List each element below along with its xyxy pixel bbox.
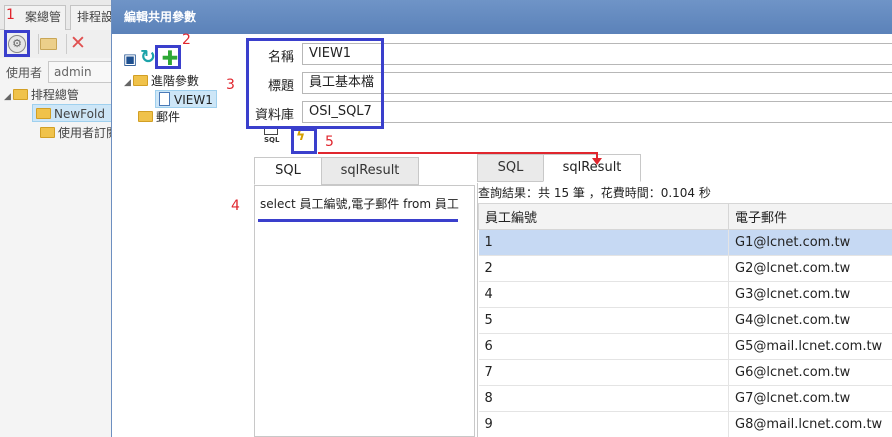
result-summary: 查詢結果：共 15 筆 ，花費時間：0.104 秒 [478, 186, 711, 200]
tree-item-label: 使用者訂閱 [58, 126, 119, 140]
toolbar-divider [38, 34, 39, 54]
table-row[interactable]: 4 G3@lcnet.com.tw [478, 281, 892, 308]
background-tab-bar: 案總管 排程設 [0, 0, 114, 30]
tree-item-subscription[interactable]: 使用者訂閱 [40, 124, 118, 142]
column-header[interactable]: 員工編號 [478, 203, 729, 230]
tree-node-view1[interactable]: VIEW1 [155, 90, 217, 108]
table-cell: 1 [478, 229, 729, 256]
table-cell: G1@lcnet.com.tw [728, 229, 892, 256]
delete-icon[interactable]: ✕ [70, 32, 86, 54]
annotation-box-1 [4, 30, 30, 57]
table-row[interactable]: 2 G2@lcnet.com.tw [478, 255, 892, 282]
annotation-box-3 [246, 38, 384, 129]
table-cell: 2 [478, 255, 729, 282]
table-cell: G2@lcnet.com.tw [728, 255, 892, 282]
annotation-box-2 [155, 45, 181, 69]
table-row[interactable]: 9 G8@mail.lcnet.com.tw [478, 411, 892, 437]
name-input[interactable]: VIEW1 [302, 43, 892, 65]
table-cell: G3@lcnet.com.tw [728, 281, 892, 308]
annotation-number-2: 2 [182, 32, 191, 48]
result-panel: 查詢結果：共 15 筆 ，花費時間：0.104 秒 員工編號 電子郵件 1 G1@… [477, 183, 892, 437]
tree-node-label: VIEW1 [174, 93, 213, 107]
collapse-arrow-icon[interactable]: ◢ [4, 92, 11, 102]
sql-text: select 員工編號,電子郵件 from 員工 [260, 197, 459, 211]
background-user-row: 使用者 admin [0, 60, 112, 84]
tab-sqlresult[interactable]: sqlResult [321, 157, 419, 185]
annotation-arrowhead [592, 158, 602, 165]
tab-sql[interactable]: SQL [477, 154, 544, 182]
table-row[interactable]: 5 G4@lcnet.com.tw [478, 307, 892, 334]
annotation-arrow-line [318, 152, 598, 154]
annotation-box-5 [291, 128, 317, 154]
table-header-row: 員工編號 電子郵件 [478, 203, 892, 230]
table-cell: G5@mail.lcnet.com.tw [728, 333, 892, 360]
result-table: 員工編號 電子郵件 1 G1@lcnet.com.tw 2 G2@lcnet.com… [478, 203, 892, 437]
editor-tab-strip: SQL sqlResult [254, 157, 420, 185]
table-cell: G6@lcnet.com.tw [728, 359, 892, 386]
tree-node-mail[interactable]: 郵件 [138, 108, 180, 126]
table-cell: 5 [478, 307, 729, 334]
result-tab-strip: SQL sqlResult [477, 154, 642, 182]
save-icon[interactable]: ▣ [121, 50, 139, 68]
tree-root-scheduler[interactable]: ◢ 排程總管 [4, 86, 79, 104]
folder-icon [36, 108, 51, 119]
table-cell: G7@lcnet.com.tw [728, 385, 892, 412]
table-cell: G4@lcnet.com.tw [728, 307, 892, 334]
table-cell: 4 [478, 281, 729, 308]
folder-icon [12, 89, 28, 100]
table-row[interactable]: 1 G1@lcnet.com.tw [478, 229, 892, 256]
sql-icon-label: SQL [264, 136, 280, 144]
tree-item-newfolder[interactable]: NewFold [32, 104, 116, 122]
annotation-number-4: 4 [231, 198, 240, 214]
user-label: 使用者 [6, 66, 43, 80]
table-row[interactable]: 8 G7@lcnet.com.tw [478, 385, 892, 412]
table-cell: 7 [478, 359, 729, 386]
table-cell: 9 [478, 411, 729, 437]
table-cell: G8@mail.lcnet.com.tw [728, 411, 892, 437]
file-icon [159, 92, 170, 106]
folder-icon [138, 111, 153, 122]
table-row[interactable]: 7 G6@lcnet.com.tw [478, 359, 892, 386]
annotation-number-5: 5 [325, 134, 334, 150]
tree-root-label: 排程總管 [30, 88, 79, 102]
column-header[interactable]: 電子郵件 [728, 203, 892, 230]
user-field[interactable]: admin [48, 61, 112, 83]
annotation-underline-4 [258, 219, 458, 222]
folder-icon [132, 75, 148, 86]
sql-editor[interactable]: select 員工編號,電子郵件 from 員工 [254, 185, 475, 437]
title-input[interactable]: 員工基本檔 [302, 72, 892, 94]
database-input[interactable]: OSI_SQL7 [302, 101, 892, 123]
table-cell: 8 [478, 385, 729, 412]
tree-node-advanced-params[interactable]: ◢ 進階參數 [124, 72, 199, 90]
background-tree: ◢ 排程總管 NewFold 使用者訂閱 [0, 86, 118, 166]
annotation-number-3: 3 [226, 77, 235, 93]
table-row[interactable]: 6 G5@mail.lcnet.com.tw [478, 333, 892, 360]
tab-sql[interactable]: SQL [254, 157, 322, 185]
tree-item-label: NewFold [54, 107, 105, 121]
tree-node-label: 進階參數 [150, 74, 199, 88]
background-tab-scheduler[interactable]: 排程設 [70, 5, 114, 30]
dialog-title-bar: 編輯共用參數 [112, 0, 892, 34]
toolbar-divider [66, 34, 67, 54]
dialog-title: 編輯共用參數 [124, 10, 197, 24]
folder-icon [40, 127, 55, 138]
edit-shared-params-dialog: 編輯共用參數 ▣ ↻ ✚ ◢ 進階參數 VIEW1 郵件 名稱 VIEW1 標題 … [111, 0, 892, 437]
tree-node-label: 郵件 [156, 110, 181, 124]
new-folder-icon[interactable] [40, 38, 57, 50]
annotation-number-1: 1 [6, 7, 15, 23]
table-cell: 6 [478, 333, 729, 360]
collapse-arrow-icon[interactable]: ◢ [124, 78, 131, 88]
